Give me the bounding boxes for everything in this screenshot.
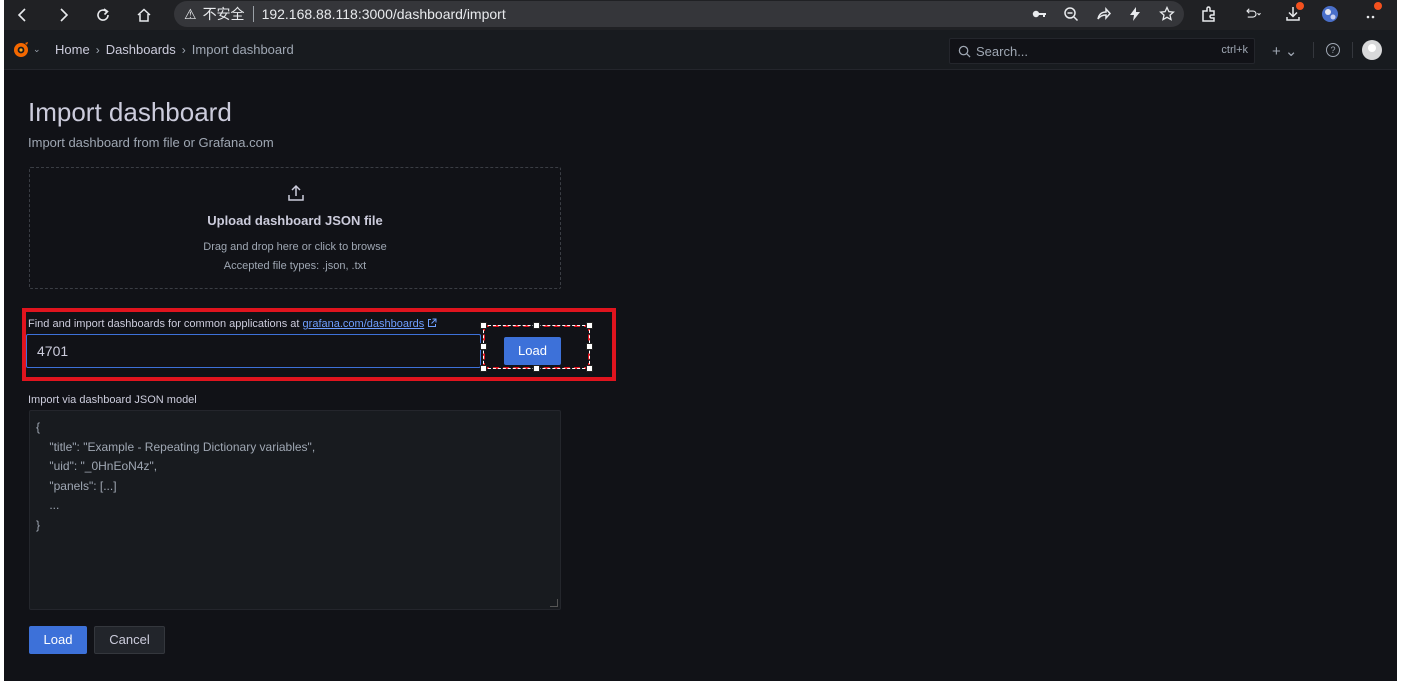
logo-chevron-down-icon[interactable]: ⌄ <box>33 44 41 55</box>
back-history-icon[interactable] <box>1236 2 1270 26</box>
breadcrumb-home[interactable]: Home <box>55 42 90 57</box>
cancel-button[interactable]: Cancel <box>94 626 165 654</box>
user-avatar[interactable] <box>1362 40 1382 60</box>
breadcrumb-dashboards[interactable]: Dashboards <box>106 42 176 57</box>
topbar-divider <box>1313 42 1314 58</box>
new-menu-button[interactable]: + ⌄ <box>1272 42 1298 60</box>
search-input[interactable]: Search... ctrl+k <box>949 38 1255 64</box>
load-button[interactable]: Load <box>29 626 87 654</box>
selection-handle <box>480 343 487 350</box>
bolt-icon[interactable] <box>1126 5 1144 23</box>
search-placeholder: Search... <box>976 43 1029 59</box>
download-badge <box>1296 2 1304 10</box>
zoom-icon[interactable] <box>1062 5 1080 23</box>
breadcrumb-current: Import dashboard <box>191 42 294 57</box>
key-icon[interactable] <box>1030 5 1048 23</box>
search-icon <box>958 45 971 58</box>
url-text: 192.168.88.118:3000/dashboard/import <box>261 6 506 22</box>
json-model-textarea[interactable]: { "title": "Example - Repeating Dictiona… <box>29 410 561 610</box>
extensions-icon[interactable] <box>1196 2 1222 26</box>
json-model-label: Import via dashboard JSON model <box>28 394 197 406</box>
page-title: Import dashboard <box>28 97 232 127</box>
upload-icon <box>288 184 304 201</box>
browser-toolbar: ⚠ 不安全 192.168.88.118:3000/dashboard/impo… <box>4 0 1397 30</box>
address-bar-icons <box>1030 1 1176 27</box>
forward-icon[interactable] <box>50 2 76 28</box>
selection-handle <box>533 365 540 372</box>
search-shortcut: ctrl+k <box>1221 44 1248 56</box>
json-model-placeholder: { "title": "Example - Repeating Dictiona… <box>36 420 316 532</box>
url-separator <box>252 6 254 22</box>
profile-globe-icon[interactable] <box>1317 2 1343 26</box>
warning-icon: ⚠ <box>184 5 197 22</box>
selection-handle <box>480 365 487 372</box>
upload-file-types: Accepted file types: .json, .txt <box>223 260 367 272</box>
breadcrumb-separator-icon: › <box>181 42 186 57</box>
download-icon[interactable] <box>1280 2 1306 26</box>
selection-handle <box>586 322 593 329</box>
selection-handle <box>586 343 593 350</box>
selection-box <box>483 325 590 369</box>
address-bar[interactable]: ⚠ 不安全 192.168.88.118:3000/dashboard/impo… <box>174 1 1184 27</box>
upload-hint: Drag and drop here or click to browse <box>203 241 387 253</box>
share-icon[interactable] <box>1094 5 1112 23</box>
bookmark-star-icon[interactable] <box>1158 5 1176 23</box>
selection-handle <box>586 365 593 372</box>
screen: ⚠ 不安全 192.168.88.118:3000/dashboard/impo… <box>4 0 1397 681</box>
insecure-label: 不安全 <box>202 6 245 22</box>
upload-dropzone[interactable]: Upload dashboard JSON file Drag and drop… <box>29 167 561 289</box>
grafana-logo-icon[interactable] <box>12 41 30 59</box>
upload-title: Upload dashboard JSON file <box>207 213 383 228</box>
help-icon[interactable]: ? <box>1326 43 1340 57</box>
home-icon[interactable] <box>131 2 157 28</box>
breadcrumb-separator-icon: › <box>95 42 100 57</box>
grafana-topbar: ⌄ Home › Dashboards › Import dashboard S… <box>4 30 1397 70</box>
menu-badge <box>1374 2 1382 10</box>
topbar-divider <box>1352 42 1353 58</box>
selection-handle <box>480 322 487 329</box>
selection-box-inner <box>483 325 590 369</box>
selection-handle <box>533 322 540 329</box>
menu-dots-icon[interactable] <box>1360 2 1386 26</box>
resize-handle-icon[interactable] <box>550 599 558 607</box>
breadcrumb: Home › Dashboards › Import dashboard <box>55 42 294 57</box>
page-subtitle: Import dashboard from file or Grafana.co… <box>28 135 274 150</box>
back-icon[interactable] <box>10 2 36 28</box>
reload-icon[interactable] <box>90 2 116 28</box>
